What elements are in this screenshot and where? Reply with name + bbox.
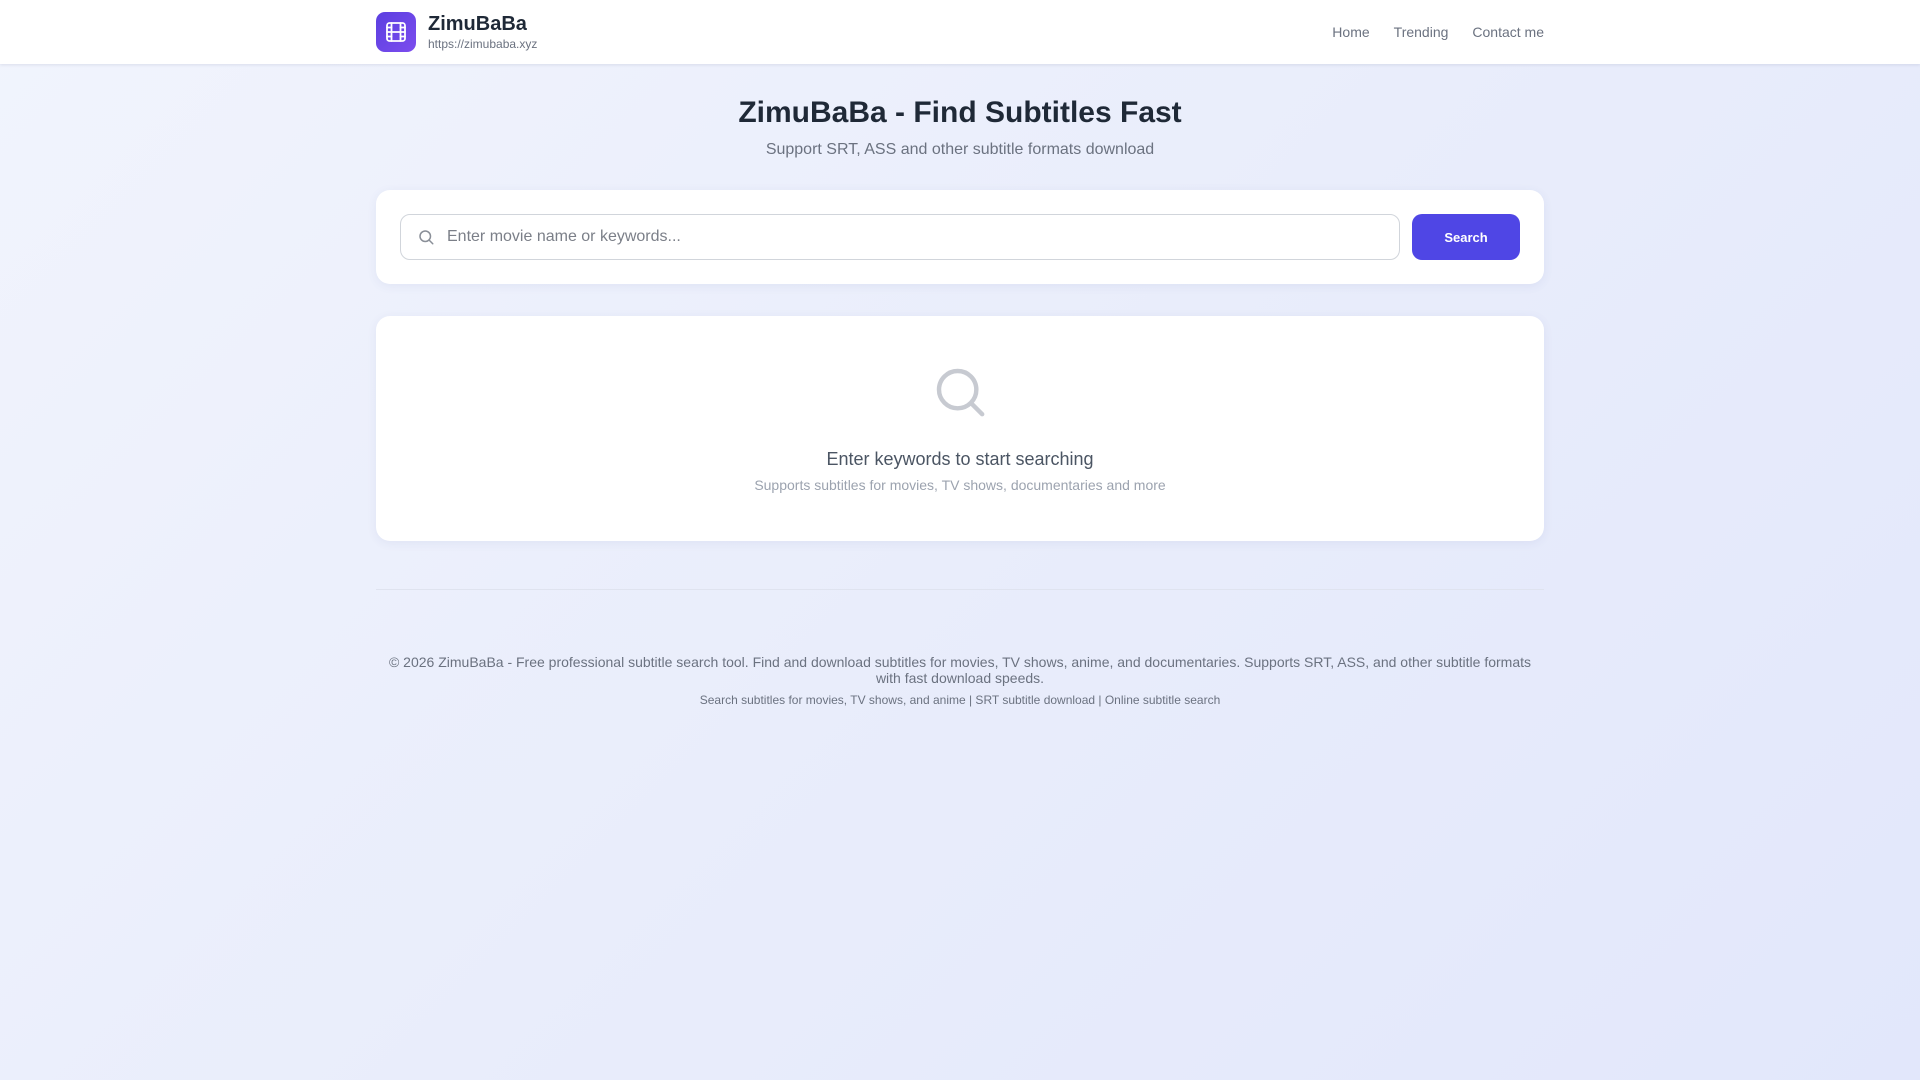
footer-copyright: © 2026 ZimuBaBa - Free professional subt… (388, 654, 1532, 686)
top-navbar: ZimuBaBa https://zimubaba.xyz Home Trend… (0, 0, 1920, 64)
nav-link-trending[interactable]: Trending (1394, 24, 1449, 40)
brand-url: https://zimubaba.xyz (428, 36, 538, 51)
hero-section: ZimuBaBa - Find Subtitles Fast Support S… (376, 92, 1544, 160)
nav-link-home[interactable]: Home (1332, 24, 1369, 40)
empty-state-card: Enter keywords to start searching Suppor… (376, 316, 1544, 541)
brand-text: ZimuBaBa https://zimubaba.xyz (428, 13, 537, 52)
footer: © 2026 ZimuBaBa - Free professional subt… (376, 654, 1544, 708)
empty-state-subtitle: Supports subtitles for movies, TV shows,… (754, 477, 1166, 493)
film-icon[interactable] (376, 12, 416, 52)
page-subtitle: Support SRT, ASS and other subtitle form… (765, 141, 1155, 158)
search-button[interactable]: Search (1412, 214, 1520, 260)
brand-name[interactable]: ZimuBaBa (428, 13, 537, 35)
footer-keywords: Search subtitles for movies, TV shows, a… (699, 693, 1221, 707)
search-card: Search (376, 190, 1544, 284)
search-icon (932, 364, 988, 425)
nav-link-contact[interactable]: Contact me (1472, 24, 1544, 40)
empty-state-title: Enter keywords to start searching (826, 449, 1094, 469)
search-icon (417, 228, 435, 246)
main-nav: Home Trending Contact me (1308, 24, 1544, 40)
footer-divider (376, 589, 1544, 590)
brand[interactable]: ZimuBaBa https://zimubaba.xyz (376, 12, 537, 52)
search-box[interactable] (400, 214, 1400, 260)
search-input[interactable] (447, 228, 1387, 246)
page-title: ZimuBaBa - Find Subtitles Fast (738, 96, 1182, 129)
navbar-inner: ZimuBaBa https://zimubaba.xyz Home Trend… (376, 0, 1544, 64)
